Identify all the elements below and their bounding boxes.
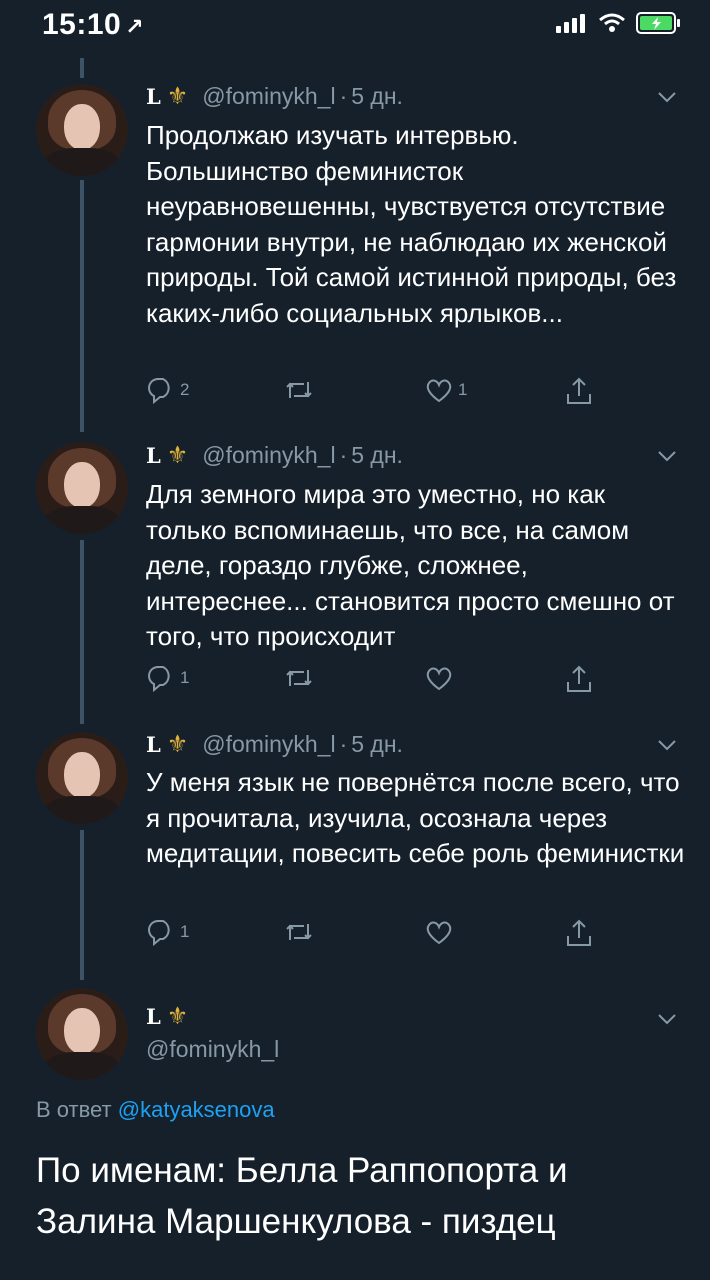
chevron-down-icon[interactable] xyxy=(656,86,678,108)
tweet-header: L ⚜ @fominykh_l · 5 дн. xyxy=(146,730,403,759)
tweet-header: L ⚜ xyxy=(146,1002,198,1031)
fleur-de-lis-icon: ⚜ xyxy=(166,442,189,469)
user-handle[interactable]: @fominykh_l xyxy=(146,1036,279,1063)
display-name[interactable]: L xyxy=(146,443,161,468)
reply-button[interactable]: 1 xyxy=(146,918,189,946)
avatar[interactable] xyxy=(36,732,128,824)
reply-count: 2 xyxy=(180,380,190,399)
retweet-icon xyxy=(286,670,312,686)
retweet-button[interactable] xyxy=(284,664,318,692)
thread-line xyxy=(80,58,84,78)
heart-icon xyxy=(426,379,452,403)
reply-icon xyxy=(148,919,170,946)
tweet-actions: 1 xyxy=(146,918,606,952)
reply-count: 1 xyxy=(180,922,190,941)
thread-line xyxy=(80,830,84,980)
reply-button[interactable]: 2 xyxy=(146,376,189,404)
tweet-time[interactable]: 5 дн. xyxy=(351,442,403,469)
like-button[interactable] xyxy=(424,664,458,692)
user-handle[interactable]: @fominykh_l xyxy=(202,731,335,758)
user-handle[interactable]: @fominykh_l xyxy=(202,83,335,110)
main-tweet-text: По именам: Белла Раппопорта и Залина Мар… xyxy=(36,1151,568,1241)
tweet-header: L ⚜ @fominykh_l · 5 дн. xyxy=(146,441,403,470)
signal-icon xyxy=(556,14,585,33)
like-button[interactable]: 1 xyxy=(424,376,467,404)
share-button[interactable] xyxy=(564,376,594,406)
heart-icon xyxy=(426,921,452,945)
retweet-button[interactable] xyxy=(284,376,318,404)
tweet-text: Для земного мира это уместно, но как тол… xyxy=(146,479,675,651)
share-icon xyxy=(567,919,591,946)
share-button[interactable] xyxy=(564,918,594,948)
reply-icon xyxy=(148,665,170,692)
reply-icon xyxy=(148,377,170,404)
chevron-down-icon[interactable] xyxy=(656,1008,678,1030)
tweet-actions: 2 1 xyxy=(146,376,606,410)
reply-button[interactable]: 1 xyxy=(146,664,189,692)
fleur-de-lis-icon: ⚜ xyxy=(166,83,189,110)
tweet-time[interactable]: 5 дн. xyxy=(351,83,403,110)
wifi-icon xyxy=(599,13,625,32)
location-icon: ↗ xyxy=(125,14,145,39)
battery-icon xyxy=(636,12,680,34)
like-count: 1 xyxy=(458,380,468,399)
status-time: 15:10 ↗ xyxy=(42,8,144,42)
clock: 15:10 xyxy=(42,8,122,41)
reply-count: 1 xyxy=(180,668,190,687)
display-name[interactable]: L xyxy=(146,1004,161,1029)
tweet-text: Продолжаю изучать интервью. Большинство … xyxy=(146,120,677,328)
share-button[interactable] xyxy=(564,664,594,694)
retweet-icon xyxy=(286,382,312,398)
tweet-time[interactable]: 5 дн. xyxy=(351,731,403,758)
separator-dot: · xyxy=(339,731,348,757)
avatar[interactable] xyxy=(36,988,128,1080)
tweet-header: L ⚜ @fominykh_l · 5 дн. xyxy=(146,82,403,111)
tweet-text: У меня язык не повернётся после всего, ч… xyxy=(146,767,685,868)
display-name[interactable]: L xyxy=(146,732,161,757)
heart-icon xyxy=(426,667,452,691)
share-icon xyxy=(567,377,591,404)
user-handle[interactable]: @fominykh_l xyxy=(202,442,335,469)
reply-context: В ответ @katyaksenova xyxy=(36,1097,275,1123)
chevron-down-icon[interactable] xyxy=(656,734,678,756)
separator-dot: · xyxy=(339,442,348,468)
avatar[interactable] xyxy=(36,84,128,176)
separator-dot: · xyxy=(339,83,348,109)
thread-line xyxy=(80,180,84,432)
retweet-button[interactable] xyxy=(284,918,318,946)
chevron-down-icon[interactable] xyxy=(656,445,678,467)
share-icon xyxy=(567,665,591,692)
tweet-actions: 1 xyxy=(146,664,606,698)
reply-to-link[interactable]: @katyaksenova xyxy=(118,1097,275,1122)
status-bar: 15:10 ↗ xyxy=(0,0,710,50)
fleur-de-lis-icon: ⚜ xyxy=(166,731,189,758)
reply-prefix: В ответ xyxy=(36,1097,112,1122)
handle-row: @fominykh_l xyxy=(146,1036,279,1063)
status-icons xyxy=(556,12,682,34)
avatar[interactable] xyxy=(36,442,128,534)
like-button[interactable] xyxy=(424,918,458,946)
fleur-de-lis-icon: ⚜ xyxy=(166,1003,189,1030)
thread-line xyxy=(80,540,84,724)
display-name[interactable]: L xyxy=(146,84,161,109)
retweet-icon xyxy=(286,924,312,940)
